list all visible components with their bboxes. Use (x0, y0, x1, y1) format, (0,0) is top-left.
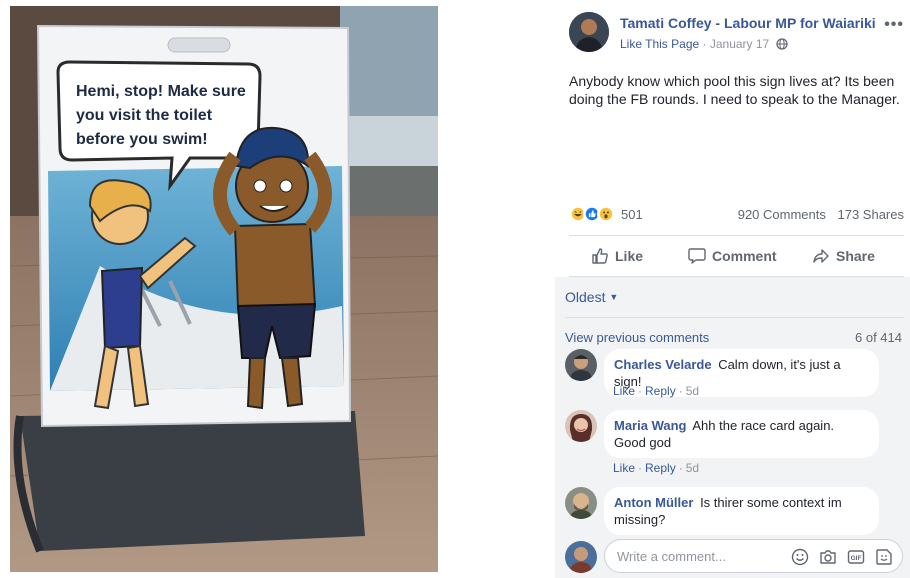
post-photo[interactable]: Hemi, stop! Make sure you visit the toil… (10, 6, 438, 572)
chevron-down-icon: ▼ (609, 292, 619, 302)
like-page-link[interactable]: Like This Page (620, 37, 699, 51)
meta-separator: · (702, 37, 710, 51)
sticker-icon[interactable] (875, 548, 893, 566)
like-button-label: Like (615, 248, 644, 264)
post-action-bar: Like Comment Share (569, 235, 904, 277)
commenter-avatar[interactable] (565, 487, 597, 519)
comment-like-link[interactable]: Like (613, 461, 635, 475)
comment-bubble: Maria Wang Ahh the race card again. Good… (604, 410, 879, 458)
comment-time[interactable]: 5d (686, 384, 699, 398)
comment-button[interactable]: Comment (688, 245, 777, 267)
camera-icon[interactable] (819, 548, 837, 566)
comment-page-count: 6 of 414 (855, 330, 902, 345)
divider (565, 317, 904, 318)
like-button[interactable]: Like (591, 245, 643, 267)
share-button-label: Share (836, 248, 875, 264)
avatar-photo-icon (565, 541, 597, 573)
post-panel: Tamati Coffey - Labour MP for Waiariki L… (555, 0, 910, 578)
comment-reply-link[interactable]: Reply (645, 384, 676, 398)
post-stats: 920 Comments 173 Shares (730, 207, 904, 222)
avatar-photo-icon (565, 410, 597, 442)
comment-time[interactable]: 5d (686, 461, 699, 475)
commenter-avatar[interactable] (565, 410, 597, 442)
reactions-row: 501 920 Comments 173 Shares (569, 204, 904, 226)
speech-line-3: before you swim! (76, 131, 208, 148)
comment-actions: Like · Reply · 5d (613, 461, 700, 475)
gif-icon[interactable]: GIF (847, 548, 865, 566)
reaction-count[interactable]: 501 (621, 207, 643, 222)
speech-line-2: you visit the toilet (76, 107, 213, 124)
comment-bubble-icon (688, 248, 706, 264)
author-name-link[interactable]: Tamati Coffey - Labour MP for Waiariki (620, 15, 876, 31)
view-previous-comments-link[interactable]: View previous comments (565, 330, 709, 345)
post-photo-pane: Hemi, stop! Make sure you visit the toil… (0, 0, 450, 578)
current-user-avatar[interactable] (565, 541, 597, 573)
sign-illustration: Hemi, stop! Make sure you visit the toil… (10, 6, 438, 572)
comment-order-label: Oldest (565, 289, 606, 305)
share-arrow-icon (813, 249, 829, 263)
comment-compose-row: Write a comment... GIF (565, 539, 905, 575)
post-meta: Like This Page · January 17 (620, 37, 788, 51)
commenter-name[interactable]: Charles Velarde (614, 357, 712, 372)
author-avatar[interactable] (569, 12, 609, 52)
reaction-icons[interactable] (569, 205, 621, 223)
post-text: Anybody know which pool this sign lives … (569, 73, 900, 107)
post-date[interactable]: January 17 (710, 37, 769, 51)
more-options-icon[interactable]: ••• (884, 16, 904, 34)
comment-actions: Like · Reply · 5d (613, 384, 700, 398)
thumbs-up-icon (592, 248, 608, 264)
avatar-photo-icon (565, 487, 597, 519)
comment-bubble: Anton Müller Is thirer some context im m… (604, 487, 879, 535)
comment-reply-link[interactable]: Reply (645, 461, 676, 475)
comment-order-dropdown[interactable]: Oldest ▼ (565, 289, 618, 305)
speech-line-1: Hemi, stop! Make sure (76, 83, 246, 100)
commenter-avatar[interactable] (565, 349, 597, 381)
avatar-photo-icon (565, 349, 597, 381)
commenter-name[interactable]: Anton Müller (614, 495, 693, 510)
emoji-icon[interactable] (791, 548, 809, 566)
comments-count-link[interactable]: 920 Comments (738, 207, 826, 222)
svg-text:GIF: GIF (851, 555, 862, 562)
comment-input[interactable]: Write a comment... GIF (604, 539, 903, 573)
post-header: Tamati Coffey - Labour MP for Waiariki L… (569, 12, 904, 54)
shares-count-link[interactable]: 173 Shares (838, 207, 905, 222)
commenter-name[interactable]: Maria Wang (614, 418, 686, 433)
wow-reaction-icon (597, 205, 615, 223)
share-button[interactable]: Share (812, 245, 875, 267)
comment-button-label: Comment (712, 248, 777, 264)
globe-icon (775, 38, 788, 50)
comment-like-link[interactable]: Like (613, 384, 635, 398)
comments-section: Oldest ▼ View previous comments 6 of 414… (555, 277, 910, 578)
comment-input-placeholder: Write a comment... (617, 549, 726, 564)
author-photo-icon (569, 12, 609, 52)
